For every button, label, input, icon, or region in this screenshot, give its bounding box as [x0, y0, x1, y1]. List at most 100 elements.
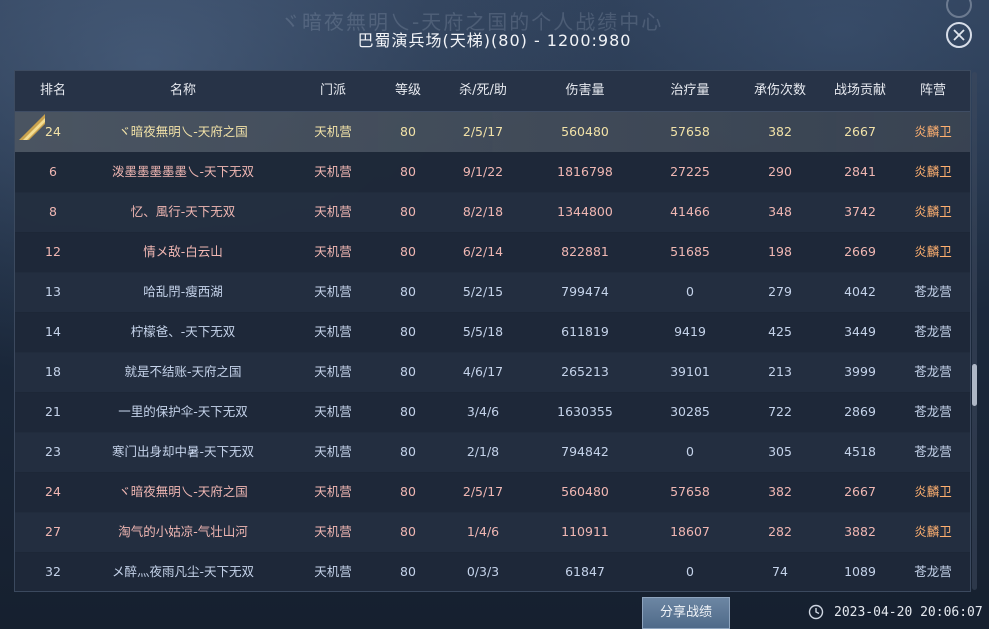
cell-contrib: 3742 [844, 204, 876, 219]
cell-school: 天机营 [314, 124, 352, 139]
scrollbar-thumb[interactable] [972, 364, 977, 406]
cell-name: ヾ暗夜無明乀-天府之国 [118, 484, 248, 499]
cell-kda: 1/4/6 [466, 524, 500, 539]
close-button[interactable] [946, 22, 972, 48]
cell-faction: 炎麟卫 [914, 524, 952, 539]
table-row-self[interactable]: 24 ヾ暗夜無明乀-天府之国 天机营 80 2/5/17 560480 57658 382 26… [15, 112, 970, 153]
cell-level: 80 [400, 524, 416, 539]
cell-rank: 32 [45, 564, 61, 579]
cell-heal: 41466 [670, 204, 710, 219]
cell-name: 情メ敌-白云山 [143, 244, 223, 259]
cell-damage: 560480 [561, 484, 609, 499]
share-stats-button[interactable]: 分享战绩 [642, 597, 730, 629]
cell-school: 天机营 [314, 324, 352, 339]
table-row[interactable]: 27 淘气的小姑凉-气壮山河 天机营 80 1/4/6 110911 18607 282 388… [15, 512, 970, 553]
cell-heal: 39101 [670, 364, 710, 379]
table-row[interactable]: 13 哈乱閅-瘦西湖 天机营 80 5/2/15 799474 0 279 4042 苍龙营 [15, 272, 970, 313]
cell-rank: 8 [49, 204, 57, 219]
table-row[interactable]: 18 就是不结账-天府之国 天机营 80 4/6/17 265213 39101 213 399… [15, 352, 970, 393]
cell-name: 忆、風行-天下无双 [130, 204, 236, 219]
cell-damage: 822881 [561, 244, 609, 259]
cell-kda: 2/5/17 [462, 124, 504, 139]
cell-level: 80 [400, 484, 416, 499]
table-row[interactable]: 14 柠檬爸、-天下无双 天机营 80 5/5/18 611819 9419 425 3449 苍… [15, 312, 970, 353]
cell-faction: 苍龙营 [914, 284, 952, 299]
table-row[interactable]: 21 一里的保护伞-天下无双 天机营 80 3/4/6 1630355 30285 722 28… [15, 392, 970, 433]
cell-contrib: 2667 [844, 124, 876, 139]
table-row[interactable]: 24 ヾ暗夜無明乀-天府之国 天机营 80 2/5/17 560480 57658 382 26… [15, 472, 970, 513]
cell-damage: 794842 [561, 444, 609, 459]
cell-damage: 110911 [561, 524, 609, 539]
cell-level: 80 [400, 244, 416, 259]
cell-heal: 0 [686, 564, 694, 579]
header-school: 门派 [319, 83, 346, 98]
table-row[interactable]: 12 情メ敌-白云山 天机营 80 6/2/14 822881 51685 198 2669 炎麟… [15, 232, 970, 273]
cell-damage: 560480 [561, 124, 609, 139]
cell-damage: 1630355 [557, 404, 613, 419]
cell-damage: 611819 [561, 324, 609, 339]
cell-rank: 12 [45, 244, 61, 259]
cell-hits: 305 [768, 444, 792, 459]
cell-rank: 18 [45, 364, 61, 379]
header-kda: 杀/死/助 [459, 83, 507, 98]
cell-faction: 炎麟卫 [914, 124, 952, 139]
cell-kda: 5/2/15 [462, 284, 504, 299]
cell-kda: 9/1/22 [462, 164, 504, 179]
cell-damage: 1816798 [557, 164, 613, 179]
cell-hits: 722 [768, 404, 792, 419]
cell-rank: 21 [45, 404, 61, 419]
cell-kda: 6/2/14 [462, 244, 504, 259]
table-row[interactable]: 6 泼墨墨墨墨墨乀-天下无双 天机营 80 9/1/22 1816798 27225 290 2… [15, 152, 970, 193]
cell-hits: 382 [768, 484, 792, 499]
table-row[interactable]: 8 忆、風行-天下无双 天机营 80 8/2/18 1344800 41466 348 3742… [15, 192, 970, 233]
cell-hits: 290 [768, 164, 792, 179]
cell-school: 天机营 [314, 364, 352, 379]
cell-level: 80 [400, 324, 416, 339]
cell-name: メ醉灬夜雨凡尘-天下无双 [111, 564, 254, 579]
header-damage: 伤害量 [565, 83, 605, 98]
cell-rank: 6 [49, 164, 57, 179]
cell-school: 天机营 [314, 204, 352, 219]
cell-faction: 苍龙营 [914, 324, 952, 339]
cell-faction: 苍龙营 [914, 564, 952, 579]
cell-kda: 8/2/18 [462, 204, 504, 219]
cell-name: 就是不结账-天府之国 [124, 364, 242, 379]
cell-name: 泼墨墨墨墨墨乀-天下无双 [111, 164, 254, 179]
cell-name: 柠檬爸、-天下无双 [130, 324, 236, 339]
cell-damage: 799474 [561, 284, 609, 299]
header-rank: 排名 [39, 83, 66, 98]
cell-contrib: 4042 [844, 284, 876, 299]
cell-school: 天机营 [314, 484, 352, 499]
cell-level: 80 [400, 564, 416, 579]
cell-heal: 0 [686, 444, 694, 459]
clock-icon [808, 604, 824, 620]
cell-level: 80 [400, 124, 416, 139]
cell-heal: 0 [686, 284, 694, 299]
cell-faction: 炎麟卫 [914, 244, 952, 259]
cell-contrib: 3449 [844, 324, 876, 339]
cell-hits: 74 [772, 564, 788, 579]
close-icon [953, 29, 965, 41]
cell-faction: 炎麟卫 [914, 484, 952, 499]
cell-level: 80 [400, 364, 416, 379]
cell-rank: 27 [45, 524, 61, 539]
cell-name: ヾ暗夜無明乀-天府之国 [118, 124, 248, 139]
cell-faction: 炎麟卫 [914, 164, 952, 179]
header-level: 等级 [394, 83, 421, 98]
cell-level: 80 [400, 444, 416, 459]
table-header: 排名 名称 门派 等级 杀/死/助 伤害量 治疗量 承伤次数 战场贡献 阵营 [15, 71, 970, 112]
table-row[interactable]: 32 メ醉灬夜雨凡尘-天下无双 天机营 80 0/3/3 61847 0 74 1089 苍龙营 [15, 552, 970, 591]
cell-contrib: 2869 [844, 404, 876, 419]
cell-hits: 279 [768, 284, 792, 299]
table-row[interactable]: 23 寒门出身却中暑-天下无双 天机营 80 2/1/8 794842 0 305 4518 苍龙… [15, 432, 970, 473]
cell-school: 天机营 [314, 404, 352, 419]
header-contrib: 战场贡献 [833, 83, 886, 98]
scrollbar[interactable] [972, 72, 977, 590]
cell-heal: 18607 [670, 524, 710, 539]
cell-rank: 24 [45, 124, 61, 139]
cell-hits: 282 [768, 524, 792, 539]
cell-contrib: 2669 [844, 244, 876, 259]
timestamp-text: 2023-04-20 20:06:07 [834, 604, 983, 620]
cell-faction: 苍龙营 [914, 444, 952, 459]
cell-contrib: 1089 [844, 564, 876, 579]
